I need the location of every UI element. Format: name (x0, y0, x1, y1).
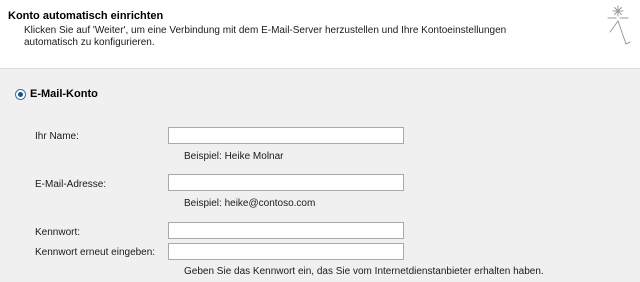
dialog-body: E-Mail-Konto Ihr Name: Beispiel: Heike M… (0, 69, 640, 282)
email-account-label: E-Mail-Konto (30, 88, 98, 100)
email-hint: Beispiel: heike@contoso.com (184, 198, 316, 209)
password-repeat-label: Kennwort erneut eingeben: (35, 247, 156, 258)
name-input[interactable] (168, 127, 404, 144)
password-repeat-input[interactable] (168, 243, 404, 260)
password-input[interactable] (168, 222, 404, 239)
email-account-option[interactable]: E-Mail-Konto (15, 88, 98, 100)
account-setup-dialog: Konto automatisch einrichten Klicken Sie… (0, 0, 640, 282)
password-label: Kennwort: (35, 227, 81, 238)
password-hint: Geben Sie das Kennwort ein, das Sie vom … (184, 266, 544, 277)
sparkle-wand-icon (607, 5, 631, 45)
email-label: E-Mail-Adresse: (35, 179, 107, 190)
dialog-header: Konto automatisch einrichten Klicken Sie… (0, 0, 640, 69)
name-hint: Beispiel: Heike Molnar (184, 151, 284, 162)
header-title: Konto automatisch einrichten (8, 10, 164, 22)
name-label: Ihr Name: (35, 131, 79, 142)
email-input[interactable] (168, 174, 404, 191)
header-description: Klicken Sie auf 'Weiter', um eine Verbin… (24, 25, 507, 48)
email-account-radio[interactable] (15, 88, 26, 100)
